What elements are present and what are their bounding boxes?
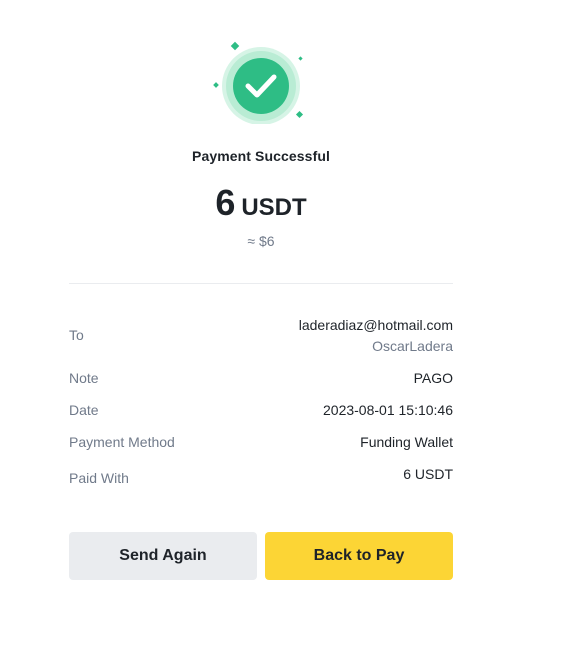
amount-unit: USDT	[241, 194, 307, 221]
send-again-button[interactable]: Send Again	[69, 532, 257, 580]
check-circle-icon	[211, 40, 311, 124]
to-label: To	[69, 327, 84, 343]
recipient-email: laderadiaz@hotmail.com	[298, 317, 453, 333]
note-label: Note	[69, 370, 99, 386]
divider	[69, 283, 453, 284]
note-value: PAGO	[413, 370, 453, 386]
payment-result-page: Payment Successful 6 USDT ≈ $6 To laderad…	[0, 0, 571, 657]
payment-method-value: Funding Wallet	[360, 434, 453, 450]
recipient-name: OscarLadera	[372, 338, 453, 354]
back-to-pay-label: Back to Pay	[313, 547, 405, 564]
back-to-pay-button[interactable]: Back to Pay	[265, 532, 453, 580]
payment-amount: 6 USDT	[0, 182, 522, 224]
payment-method-label: Payment Method	[69, 434, 175, 450]
payment-status-title: Payment Successful	[192, 148, 330, 164]
paid-with-label: Paid With	[69, 470, 129, 486]
fiat-approx-value: ≈ $6	[247, 233, 275, 249]
send-again-label: Send Again	[119, 547, 207, 564]
paid-with-value: 6 USDT	[403, 466, 453, 482]
amount-value: 6	[215, 182, 236, 223]
date-value: 2023-08-01 15:10:46	[323, 402, 453, 418]
date-label: Date	[69, 402, 99, 418]
